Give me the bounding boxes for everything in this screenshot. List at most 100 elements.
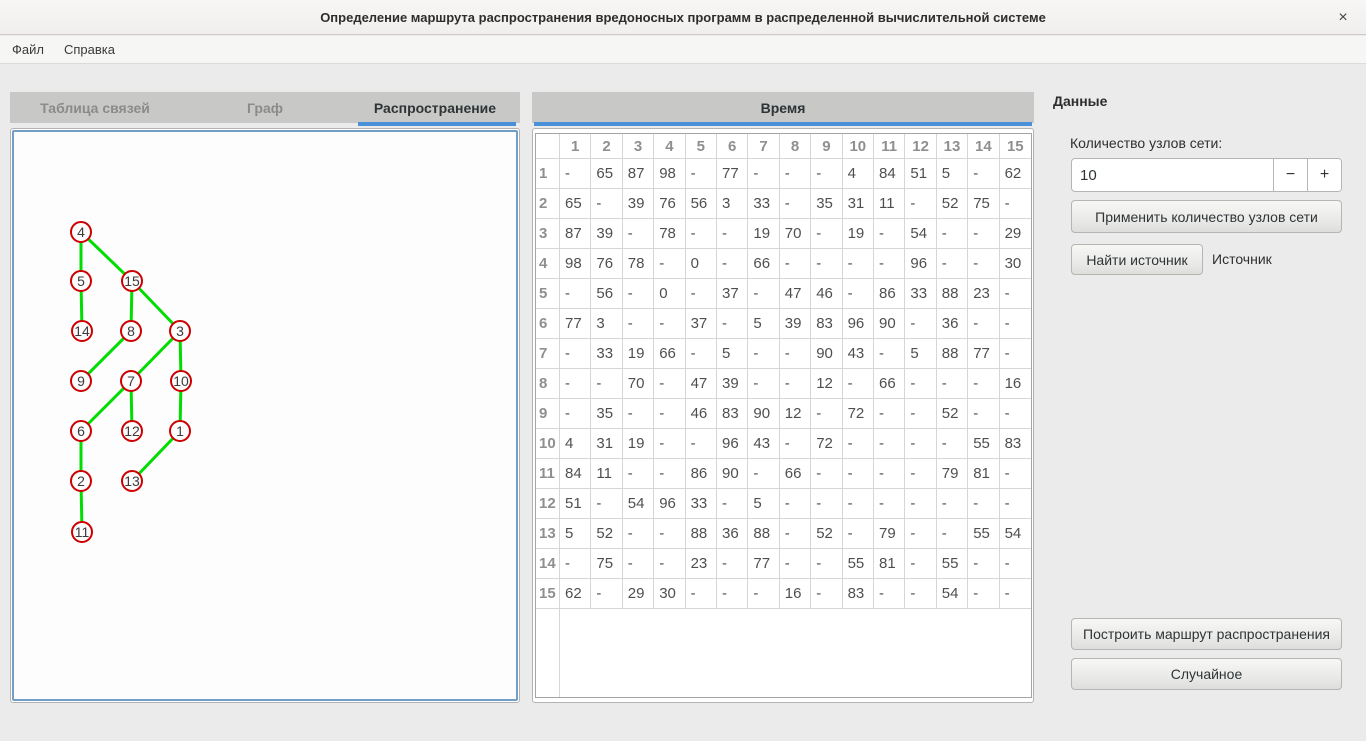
tab-connection-table[interactable]: Таблица связей bbox=[10, 100, 180, 116]
table-cell[interactable]: - bbox=[748, 459, 780, 489]
table-cell[interactable]: - bbox=[842, 249, 874, 279]
table-cell[interactable]: 98 bbox=[654, 159, 686, 189]
decrement-button[interactable]: − bbox=[1273, 159, 1307, 191]
table-cell[interactable]: 11 bbox=[873, 189, 906, 219]
table-cell[interactable]: - bbox=[905, 579, 937, 609]
table-cell[interactable]: 66 bbox=[873, 369, 906, 399]
table-cell[interactable]: - bbox=[873, 249, 906, 279]
table-cell[interactable]: - bbox=[622, 459, 655, 489]
table-cell[interactable]: - bbox=[622, 519, 655, 549]
table-cell[interactable]: - bbox=[591, 489, 623, 519]
table-cell[interactable]: - bbox=[685, 579, 717, 609]
table-cell[interactable]: 5 bbox=[936, 159, 969, 189]
table-cell[interactable]: 90 bbox=[716, 459, 749, 489]
table-cell[interactable]: 55 bbox=[968, 429, 1000, 459]
table-cell[interactable]: - bbox=[936, 519, 969, 549]
table-cell[interactable]: 19 bbox=[842, 219, 874, 249]
increment-button[interactable]: + bbox=[1307, 159, 1341, 191]
table-cell[interactable]: - bbox=[905, 399, 937, 429]
table-cell[interactable]: 23 bbox=[968, 279, 1000, 309]
table-cell[interactable]: 52 bbox=[811, 519, 843, 549]
table-cell[interactable]: 66 bbox=[779, 459, 812, 489]
table-cell[interactable]: 77 bbox=[560, 309, 592, 339]
table-cell[interactable]: - bbox=[591, 189, 623, 219]
table-cell[interactable]: 47 bbox=[685, 369, 717, 399]
table-cell[interactable]: 33 bbox=[905, 279, 937, 309]
table-cell[interactable]: - bbox=[842, 369, 874, 399]
table-cell[interactable]: - bbox=[936, 429, 969, 459]
table-cell[interactable]: 39 bbox=[716, 369, 749, 399]
table-cell[interactable]: 81 bbox=[968, 459, 1000, 489]
tab-propagation[interactable]: Распространение bbox=[350, 100, 520, 116]
propagation-graph-area[interactable]: 4 5 15 14 8 3 9 7 10 6 12 1 2 13 11 bbox=[12, 130, 518, 701]
table-cell[interactable]: - bbox=[622, 279, 655, 309]
table-cell[interactable]: - bbox=[999, 279, 1031, 309]
table-cell[interactable]: 16 bbox=[779, 579, 812, 609]
table-cell[interactable]: 36 bbox=[716, 519, 749, 549]
table-cell[interactable]: 29 bbox=[999, 219, 1031, 249]
table-cell[interactable]: - bbox=[716, 309, 749, 339]
table-cell[interactable]: - bbox=[685, 159, 717, 189]
table-cell[interactable]: - bbox=[811, 399, 843, 429]
table-cell[interactable]: 90 bbox=[811, 339, 843, 369]
table-cell[interactable]: - bbox=[779, 249, 812, 279]
table-cell[interactable]: - bbox=[905, 189, 937, 219]
table-cell[interactable]: - bbox=[779, 189, 812, 219]
table-cell[interactable]: - bbox=[905, 369, 937, 399]
table-cell[interactable]: - bbox=[654, 369, 686, 399]
table-cell[interactable]: - bbox=[968, 159, 1000, 189]
table-cell[interactable]: - bbox=[716, 219, 749, 249]
table-cell[interactable]: - bbox=[811, 549, 843, 579]
table-cell[interactable]: - bbox=[905, 459, 937, 489]
table-cell[interactable]: 52 bbox=[936, 189, 969, 219]
table-cell[interactable]: 46 bbox=[811, 279, 843, 309]
table-cell[interactable]: - bbox=[842, 279, 874, 309]
table-cell[interactable]: 46 bbox=[685, 399, 717, 429]
table-cell[interactable]: - bbox=[748, 579, 780, 609]
table-cell[interactable]: - bbox=[560, 159, 592, 189]
table-cell[interactable]: - bbox=[654, 309, 686, 339]
table-cell[interactable]: 33 bbox=[685, 489, 717, 519]
table-cell[interactable]: 11 bbox=[591, 459, 623, 489]
table-cell[interactable]: - bbox=[779, 369, 812, 399]
table-cell[interactable]: - bbox=[873, 579, 906, 609]
table-cell[interactable]: 5 bbox=[560, 519, 592, 549]
table-cell[interactable]: 76 bbox=[654, 189, 686, 219]
table-cell[interactable]: 54 bbox=[622, 489, 655, 519]
table-cell[interactable]: - bbox=[654, 459, 686, 489]
table-cell[interactable]: 39 bbox=[779, 309, 812, 339]
table-cell[interactable]: - bbox=[654, 429, 686, 459]
menu-file[interactable]: Файл bbox=[2, 36, 54, 63]
table-cell[interactable]: 5 bbox=[748, 489, 780, 519]
table-cell[interactable]: - bbox=[999, 489, 1031, 519]
table-cell[interactable]: 56 bbox=[685, 189, 717, 219]
random-button[interactable]: Случайное bbox=[1071, 658, 1342, 690]
table-cell[interactable]: - bbox=[560, 549, 592, 579]
table-cell[interactable]: 87 bbox=[622, 159, 655, 189]
table-cell[interactable]: 35 bbox=[591, 399, 623, 429]
table-cell[interactable]: 83 bbox=[811, 309, 843, 339]
table-cell[interactable]: 55 bbox=[936, 549, 969, 579]
table-cell[interactable]: 88 bbox=[936, 339, 969, 369]
close-icon[interactable]: × bbox=[1333, 8, 1353, 28]
table-cell[interactable]: - bbox=[905, 519, 937, 549]
table-cell[interactable]: 30 bbox=[999, 249, 1031, 279]
table-cell[interactable]: - bbox=[905, 489, 937, 519]
table-cell[interactable]: - bbox=[999, 339, 1031, 369]
table-cell[interactable]: 90 bbox=[873, 309, 906, 339]
table-cell[interactable]: 12 bbox=[779, 399, 812, 429]
table-cell[interactable]: 39 bbox=[591, 219, 623, 249]
table-cell[interactable]: - bbox=[811, 489, 843, 519]
table-cell[interactable]: 66 bbox=[654, 339, 686, 369]
table-cell[interactable]: - bbox=[779, 519, 812, 549]
table-cell[interactable]: - bbox=[999, 309, 1031, 339]
table-cell[interactable]: 4 bbox=[560, 429, 592, 459]
table-cell[interactable]: - bbox=[842, 489, 874, 519]
table-cell[interactable]: - bbox=[968, 249, 1000, 279]
table-cell[interactable]: - bbox=[968, 549, 1000, 579]
table-cell[interactable]: - bbox=[591, 369, 623, 399]
table-cell[interactable]: - bbox=[842, 429, 874, 459]
table-cell[interactable]: 88 bbox=[936, 279, 969, 309]
table-cell[interactable]: 88 bbox=[748, 519, 780, 549]
table-cell[interactable]: 83 bbox=[999, 429, 1031, 459]
